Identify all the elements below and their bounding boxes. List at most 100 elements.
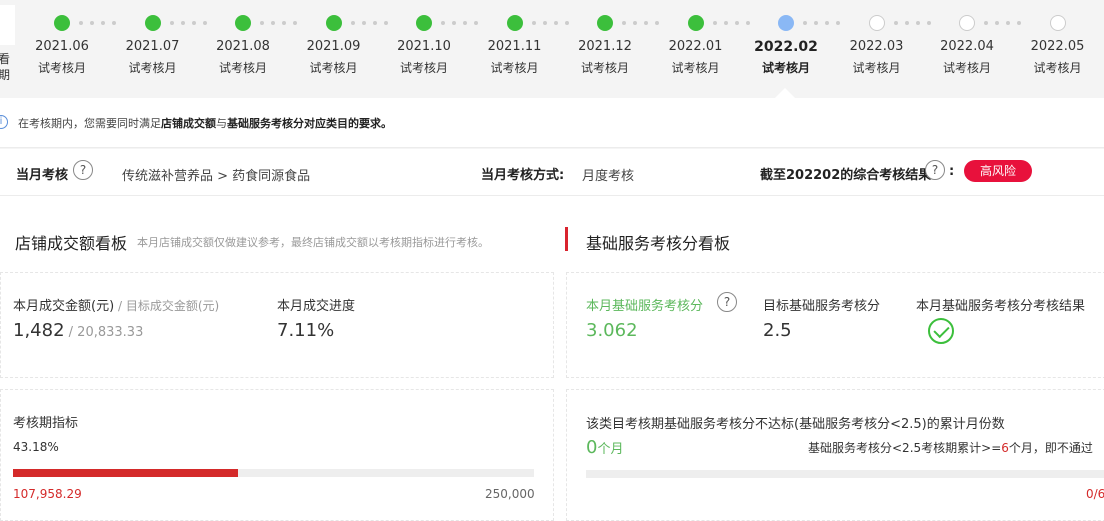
timeline-label: 试考核月 xyxy=(128,61,177,75)
service-score-card xyxy=(566,272,1104,378)
assessment-timeline: 看 期 2021.06 试考核月 2021.07 试考核月 2021.08 试考核月 202… xyxy=(0,0,1104,98)
completed-dot-icon xyxy=(506,15,523,31)
timeline-date: 2022.04 xyxy=(940,39,994,54)
side-stub-box xyxy=(0,5,15,45)
timeline-label: 试考核月 xyxy=(942,61,991,75)
timeline-separator-dot xyxy=(441,21,445,25)
timeline-label: 试考核月 xyxy=(37,61,86,75)
period-label: 考核期指标 xyxy=(13,416,79,431)
notice-strong-1: 店铺成交额 xyxy=(161,117,216,130)
timeline-separator-dot xyxy=(169,21,174,25)
completed-dot-icon xyxy=(597,15,613,31)
timeline-separator-dot xyxy=(723,21,728,25)
completed-dot-icon xyxy=(144,15,161,31)
timeline-date: 2021.11 xyxy=(487,39,542,54)
timeline-separator-dot xyxy=(633,21,637,25)
timeline-item-2022-03[interactable]: 2022.03 试考核月 xyxy=(832,0,922,98)
timeline-item-2022-04[interactable]: 2022.04 试考核月 xyxy=(922,0,1012,98)
completed-dot-icon xyxy=(416,15,432,31)
notice-mid: 与 xyxy=(216,117,227,130)
store-board-subtitle: 本月店铺成交额仅做建议参考，最终店铺成交额以考核期指标进行考核。 xyxy=(137,236,489,249)
fail-rule-number: 6 xyxy=(1001,441,1009,455)
timeline-item-2021-12[interactable]: 2021.12 试考核月 xyxy=(560,0,650,98)
method-label: 当月考核方式: xyxy=(481,168,565,183)
timeline-item-2022-02[interactable]: 2022.02 试考核月 xyxy=(741,0,831,98)
notice-bar: i 在考核期内，您需要同时满足店铺成交额与基础服务考核分对应类目的要求。 xyxy=(0,98,1104,148)
completed-dot-icon xyxy=(687,15,704,31)
timeline-item-2021-11[interactable]: 2021.11 试考核月 xyxy=(470,0,560,98)
timeline-separator-dot xyxy=(712,21,717,25)
timeline-separator-dot xyxy=(814,21,818,25)
timeline-separator-dot xyxy=(271,21,275,25)
timeline-date: 2022.05 xyxy=(1030,39,1085,54)
timeline-separator-dot xyxy=(984,21,988,25)
fail-rule: 基础服务考核分<2.5考核期累计>=6个月，即不通过 xyxy=(808,439,1093,456)
store-period-card xyxy=(0,389,554,521)
timeline-separator-dot xyxy=(803,21,807,25)
timeline-date: 2022.01 xyxy=(668,39,723,54)
fail-count-unit: 个月 xyxy=(597,442,624,457)
completed-dot-icon xyxy=(54,15,70,31)
monthly-assessment-label: 当月考核 xyxy=(16,168,69,183)
target-score-value: 2.5 xyxy=(763,320,792,341)
fail-fraction: 0/6 xyxy=(1086,487,1104,501)
timeline-label: 试考核月 xyxy=(1033,61,1082,75)
pending-dot-icon xyxy=(1049,15,1066,31)
current-month-pointer xyxy=(775,88,795,98)
completed-dot-icon xyxy=(235,15,251,31)
timeline-item-2021-06[interactable]: 2021.06 试考核月 xyxy=(17,0,107,98)
score-value: 3.062 xyxy=(586,320,638,341)
risk-badge: 高风险 xyxy=(964,160,1032,182)
service-board-title: 基础服务考核分看板 xyxy=(586,234,731,253)
timeline-separator-dot xyxy=(180,21,185,25)
timeline-item-2022-05[interactable]: 2022.05 试考核月 xyxy=(1013,0,1103,98)
amount-value: 1,482 / 20,833.33 xyxy=(13,320,143,341)
period-progress-fill xyxy=(13,469,238,477)
timeline-separator-dot xyxy=(825,21,829,25)
help-icon[interactable]: ? xyxy=(73,160,93,180)
period-percent: 43.18% xyxy=(13,440,59,454)
side-stub: 看 期 xyxy=(0,0,15,98)
score-label: 本月基础服务考核分 xyxy=(586,299,704,314)
timeline-separator-dot xyxy=(463,21,467,25)
section-accent-bar xyxy=(565,227,568,251)
timeline-separator-dot xyxy=(1006,21,1010,25)
help-icon[interactable]: ? xyxy=(717,292,737,312)
fail-rule-suffix: 个月，即不通过 xyxy=(1008,441,1093,455)
timeline-separator-dot xyxy=(995,21,999,25)
timeline-item-2021-07[interactable]: 2021.07 试考核月 xyxy=(108,0,198,98)
fail-rule-prefix: 基础服务考核分<2.5考核期累计>= xyxy=(808,441,1002,455)
summary-row: 当月考核 ? 传统滋补营养品 > 药食同源食品 当月考核方式: 月度考核 截至2… xyxy=(0,149,1104,196)
timeline-separator-dot xyxy=(734,21,739,25)
progress-value: 7.11% xyxy=(277,320,335,341)
timeline-label: 试考核月 xyxy=(761,61,810,75)
timeline-item-2021-08[interactable]: 2021.08 试考核月 xyxy=(198,0,288,98)
amount-label: 本月成交金额(元) / 目标成交金额(元) xyxy=(13,295,219,314)
check-circle-icon xyxy=(928,318,954,344)
score-result-label: 本月基础服务考核分考核结果 xyxy=(916,299,1086,314)
timeline-date: 2021.06 xyxy=(35,39,89,54)
category-value: 传统滋补营养品 > 药食同源食品 xyxy=(122,169,311,184)
timeline-separator-dot xyxy=(101,21,105,25)
notice-strong-2: 基础服务考核分对应类目的要求。 xyxy=(227,117,392,130)
timeline-label: 试考核月 xyxy=(399,61,448,75)
period-target-value: 250,000 xyxy=(485,487,535,501)
timeline-item-2022-01[interactable]: 2022.01 试考核月 xyxy=(651,0,741,98)
timeline-item-2021-10[interactable]: 2021.10 试考核月 xyxy=(379,0,469,98)
timeline-separator-dot xyxy=(79,21,83,25)
timeline-date: 2021.12 xyxy=(578,39,632,54)
timeline-separator-dot xyxy=(542,21,547,25)
timeline-date: 2022.02 xyxy=(754,39,818,55)
timeline-separator-dot xyxy=(372,21,377,25)
result-label: 截至202202的综合考核结果 xyxy=(760,168,932,183)
fail-count-number: 0 xyxy=(586,437,598,458)
completed-dot-icon xyxy=(325,15,342,31)
help-icon[interactable]: ? xyxy=(925,160,945,180)
period-current-value: 107,958.29 xyxy=(13,487,82,501)
timeline-separator-dot xyxy=(361,21,366,25)
timeline-item-2021-09[interactable]: 2021.09 试考核月 xyxy=(289,0,379,98)
timeline-label: 试考核月 xyxy=(580,61,629,75)
timeline-separator-dot xyxy=(531,21,536,25)
timeline-separator-dot xyxy=(282,21,286,25)
side-stub-text-1: 看 xyxy=(0,52,11,66)
